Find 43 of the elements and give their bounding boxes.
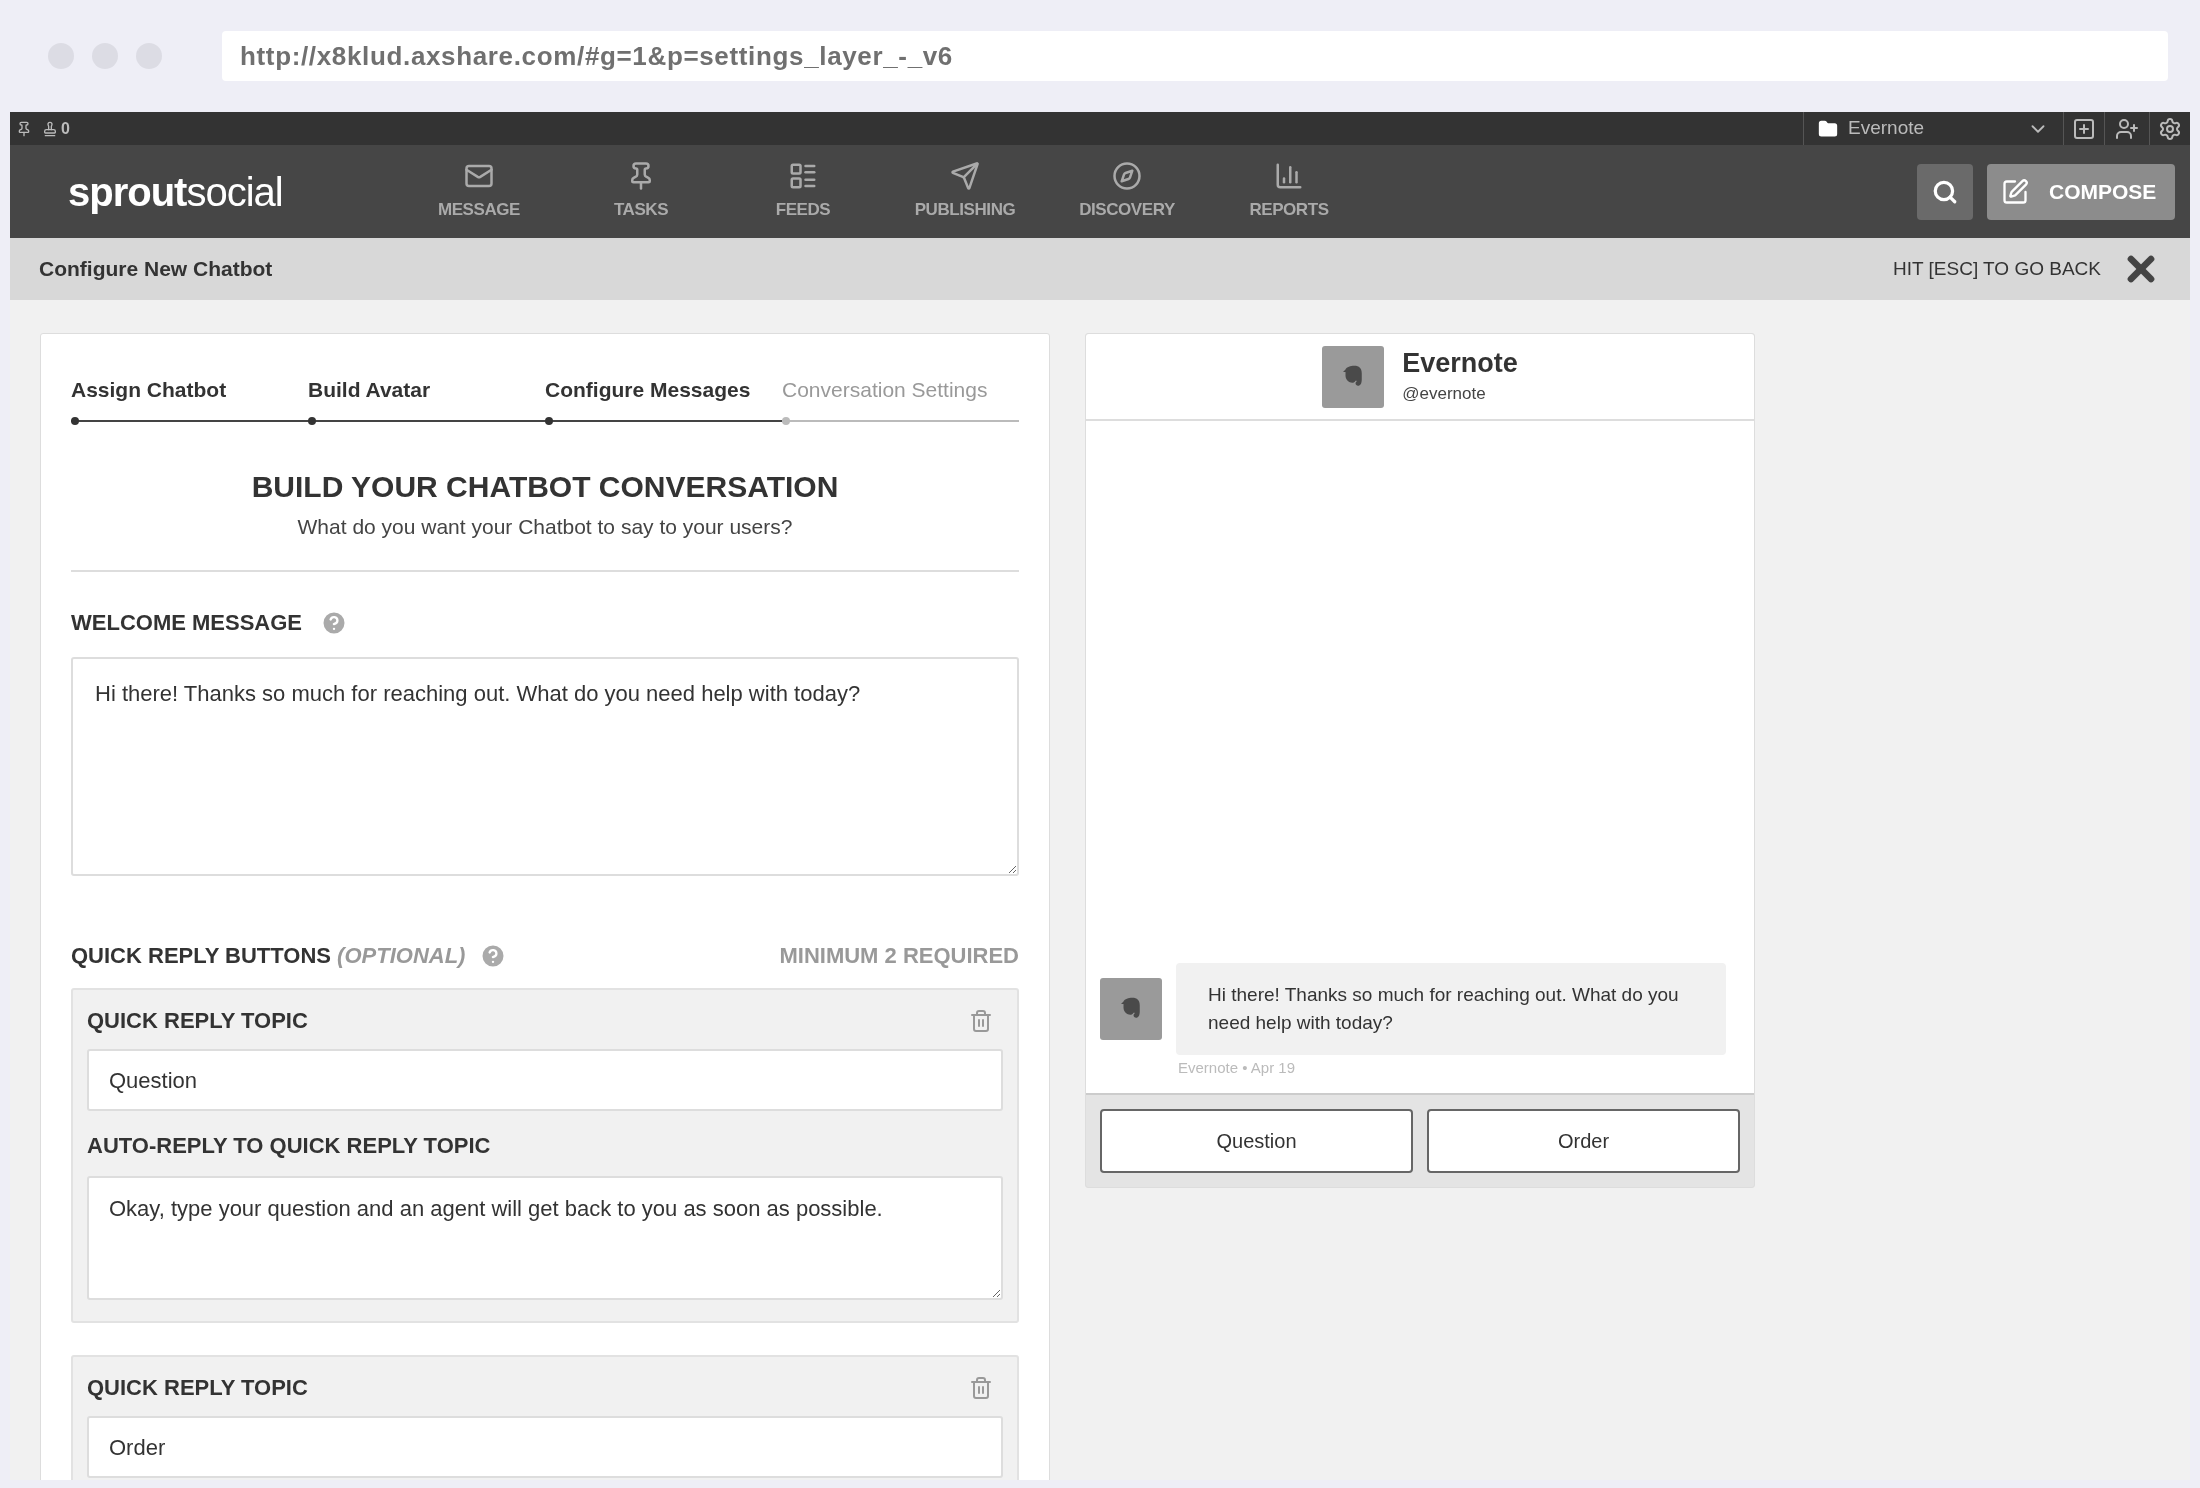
compose-icon (2001, 177, 2029, 206)
page-title: Configure New Chatbot (39, 256, 273, 283)
nav-item[interactable]: MESSAGE (398, 160, 560, 223)
auto-reply-field[interactable]: Okay, type your question and an agent will get back to you as soon as possible. (87, 1176, 1003, 1300)
url-field[interactable]: http://x8klud.axshare.com/#g=1&p=settings_layer_-_v6 (222, 31, 2168, 81)
topic-field[interactable]: Order (87, 1416, 1003, 1478)
add-icon[interactable] (2072, 116, 2096, 141)
account-handle: @evernote (1402, 382, 1487, 405)
requirement-note: MINIMUM 2 REQUIRED (779, 942, 1019, 970)
section-heading: BUILD YOUR CHATBOT CONVERSATION (251, 468, 839, 505)
count-text: 0 (61, 118, 70, 139)
logo[interactable]: sproutsocial (68, 161, 398, 222)
quick-reply-button[interactable]: Order (1427, 1109, 1740, 1173)
stamp-icon[interactable] (42, 120, 58, 137)
search-icon (1932, 178, 1958, 205)
topic-field[interactable]: Question (87, 1049, 1003, 1111)
settings-icon[interactable] (2158, 116, 2182, 141)
welcome-message-field[interactable]: Hi there! Thanks so much for reaching out. What do you need help with today? (71, 657, 1019, 876)
panel-title: QUICK REPLY TOPIC (87, 1374, 308, 1402)
panel-title: QUICK REPLY TOPIC (87, 1007, 308, 1035)
nav-item[interactable]: DISCOVERY (1046, 160, 1208, 223)
nav-item[interactable]: TASKS (560, 160, 722, 223)
field-label: AUTO-REPLY TO QUICK REPLY TOPIC (87, 1132, 492, 1160)
account-name: Evernote (1402, 346, 1518, 380)
field-label: WELCOME MESSAGE (71, 609, 302, 637)
nav-item[interactable]: PUBLISHING (884, 160, 1046, 223)
nav-item[interactable]: FEEDS (722, 160, 884, 223)
escape-hint: HIT [ESC] TO GO BACK (1893, 256, 2101, 281)
nav-item[interactable]: REPORTS (1208, 160, 1370, 223)
paper-plane-icon (950, 160, 980, 191)
quick-reply-button[interactable]: Question (1100, 1109, 1413, 1173)
section-subheading: What do you want your Chatbot to say to your users? (297, 513, 793, 540)
field-label: QUICK REPLY BUTTONS (OPTIONAL) (71, 942, 466, 970)
message-meta: Evernote • Apr 19 (1178, 1057, 1296, 1078)
step-tab[interactable]: Build Avatar (308, 374, 545, 422)
search-button[interactable] (1917, 163, 1973, 220)
user-add-icon[interactable] (2115, 116, 2139, 141)
step-tab[interactable]: Configure Messages (545, 374, 782, 422)
folder-icon (1818, 118, 1838, 139)
pin-icon[interactable] (16, 120, 32, 137)
compass-icon (1112, 160, 1142, 191)
message-bubble: Hi there! Thanks so much for reaching out. What do you need help with today? (1176, 962, 1726, 1055)
step-tab[interactable]: Assign Chatbot (71, 374, 308, 422)
